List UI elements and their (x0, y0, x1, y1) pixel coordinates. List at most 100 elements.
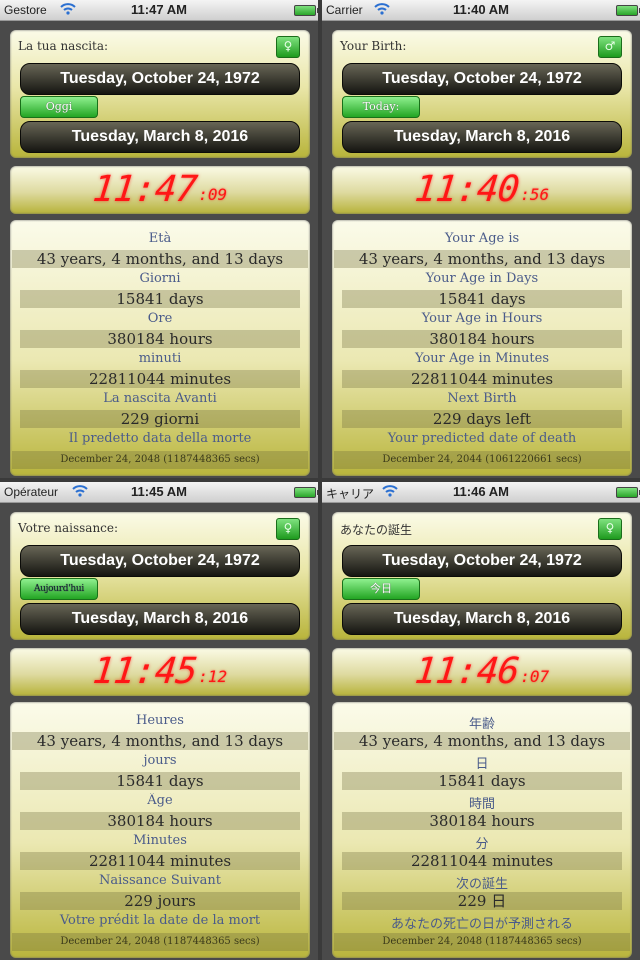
age-info-panel: Età 43 years, 4 months, and 13 days Gior… (10, 220, 310, 476)
death-value: December 24, 2048 (1187448365 secs) (12, 451, 308, 469)
today-date-button[interactable]: Tuesday, March 8, 2016 (20, 603, 300, 635)
clock-seconds: :09 (198, 185, 228, 204)
birth-panel: Votre naissance: ♀ Tuesday, October 24, … (10, 512, 310, 640)
age-label: Heures (136, 713, 184, 728)
hours-value: 380184 hours (342, 812, 622, 830)
age-value: 43 years, 4 months, and 13 days (12, 250, 308, 268)
birth-panel: La tua nascita: ♀ Tuesday, October 24, 1… (10, 30, 310, 158)
hours-label: Âge (147, 793, 173, 808)
hours-label: 時間 (468, 797, 495, 812)
death-label: Your predicted date of death (387, 431, 577, 446)
screen-japanese: キャリア 11:46 AM あなたの誕生 ♀ Tuesday, October … (322, 482, 640, 960)
screen-french: Opérateur 11:45 AM Votre naissance: ♀ Tu… (0, 482, 318, 960)
clock-seconds: :12 (198, 667, 228, 686)
days-value: 15841 days (342, 290, 622, 308)
clock-hours-minutes: 11:45 (90, 651, 199, 692)
birth-panel: あなたの誕生 ♀ Tuesday, October 24, 1972 今日 Tu… (332, 512, 632, 640)
status-bar: Gestore 11:47 AM (0, 0, 318, 21)
birth-label: Votre naissance: (18, 521, 119, 535)
gender-icon[interactable]: ♀ (276, 518, 300, 540)
days-value: 15841 days (342, 772, 622, 790)
age-info-panel: Heures 43 years, 4 months, and 13 days j… (10, 702, 310, 958)
digital-clock: 11:45:12 (10, 648, 310, 696)
birth-date-button[interactable]: Tuesday, October 24, 1972 (20, 63, 300, 95)
age-value: 43 years, 4 months, and 13 days (334, 250, 630, 268)
screen-italian: Gestore 11:47 AM La tua nascita: ♀ Tuesd… (0, 0, 318, 478)
digital-clock: 11:47:09 (10, 166, 310, 214)
today-date-button[interactable]: Tuesday, March 8, 2016 (20, 121, 300, 153)
gender-icon[interactable]: ♂ (598, 36, 622, 58)
birth-label: Your Birth: (340, 39, 407, 53)
birth-date-button[interactable]: Tuesday, October 24, 1972 (342, 63, 622, 95)
days-label: Your Age in Days (425, 271, 539, 286)
minutes-label: 分 (475, 837, 489, 852)
death-value: December 24, 2048 (1187448365 secs) (334, 933, 630, 951)
minutes-label: Your Age in Minutes (415, 351, 549, 366)
hours-label: Ore (147, 311, 173, 326)
battery-icon (616, 5, 640, 16)
gender-icon[interactable]: ♀ (598, 518, 622, 540)
next-birth-label: Naissance Suivant (99, 873, 221, 888)
minutes-value: 22811044 minutes (20, 852, 300, 870)
clock-hours-minutes: 11:47 (90, 169, 199, 210)
status-bar: Carrier 11:40 AM (322, 0, 640, 21)
battery-icon (294, 487, 318, 498)
digital-clock: 11:40:56 (332, 166, 632, 214)
birth-date-button[interactable]: Tuesday, October 24, 1972 (20, 545, 300, 577)
age-info-panel: Your Age is 43 years, 4 months, and 13 d… (332, 220, 632, 476)
age-label: Your Age is (444, 231, 520, 246)
birth-date-button[interactable]: Tuesday, October 24, 1972 (342, 545, 622, 577)
status-bar: キャリア 11:46 AM (322, 482, 640, 503)
days-label: Giorni (139, 271, 181, 286)
status-bar: Opérateur 11:45 AM (0, 482, 318, 503)
death-label: Il predetto data della morte (68, 431, 252, 446)
hours-value: 380184 hours (20, 330, 300, 348)
hours-value: 380184 hours (342, 330, 622, 348)
next-birth-label: Next Birth (447, 391, 517, 406)
next-birth-value: 229 jours (20, 892, 300, 910)
battery-icon (294, 5, 318, 16)
days-value: 15841 days (20, 772, 300, 790)
next-birth-value: 229 days left (342, 410, 622, 428)
days-label: 日 (475, 757, 489, 772)
age-info-panel: 年齢 43 years, 4 months, and 13 days 日 158… (332, 702, 632, 958)
today-button[interactable]: Oggi (20, 96, 98, 118)
birth-panel: Your Birth: ♂ Tuesday, October 24, 1972 … (332, 30, 632, 158)
clock-hours-minutes: 11:46 (412, 651, 521, 692)
digital-clock: 11:46:07 (332, 648, 632, 696)
status-clock: 11:45 AM (131, 484, 187, 499)
clock-hours-minutes: 11:40 (412, 169, 521, 210)
minutes-label: minuti (138, 351, 182, 366)
next-birth-label: 次の誕生 (455, 877, 508, 892)
days-value: 15841 days (20, 290, 300, 308)
age-label: 年齢 (468, 717, 495, 732)
today-button[interactable]: Aujourd'hui (20, 578, 98, 600)
next-birth-value: 229 日 (342, 892, 622, 910)
minutes-value: 22811044 minutes (20, 370, 300, 388)
age-value: 43 years, 4 months, and 13 days (12, 732, 308, 750)
today-button[interactable]: 今日 (342, 578, 420, 600)
next-birth-value: 229 giorni (20, 410, 300, 428)
age-value: 43 years, 4 months, and 13 days (334, 732, 630, 750)
hours-label: Your Age in Hours (421, 311, 543, 326)
birth-label: La tua nascita: (18, 39, 109, 53)
death-label: Votre prédit la date de la mort (59, 913, 261, 928)
status-clock: 11:40 AM (453, 2, 509, 17)
today-date-button[interactable]: Tuesday, March 8, 2016 (342, 603, 622, 635)
next-birth-label: La nascita Avanti (103, 391, 217, 406)
birth-label: あなたの誕生 (340, 523, 413, 537)
today-button[interactable]: Today: (342, 96, 420, 118)
status-clock: 11:47 AM (131, 2, 187, 17)
minutes-value: 22811044 minutes (342, 852, 622, 870)
today-date-button[interactable]: Tuesday, March 8, 2016 (342, 121, 622, 153)
battery-icon (616, 487, 640, 498)
gender-icon[interactable]: ♀ (276, 36, 300, 58)
clock-seconds: :56 (520, 185, 550, 204)
death-value: December 24, 2044 (1061220661 secs) (334, 451, 630, 469)
clock-seconds: :07 (520, 667, 550, 686)
death-value: December 24, 2048 (1187448365 secs) (12, 933, 308, 951)
hours-value: 380184 hours (20, 812, 300, 830)
minutes-value: 22811044 minutes (342, 370, 622, 388)
status-clock: 11:46 AM (453, 484, 509, 499)
screen-english: Carrier 11:40 AM Your Birth: ♂ Tuesday, … (322, 0, 640, 478)
